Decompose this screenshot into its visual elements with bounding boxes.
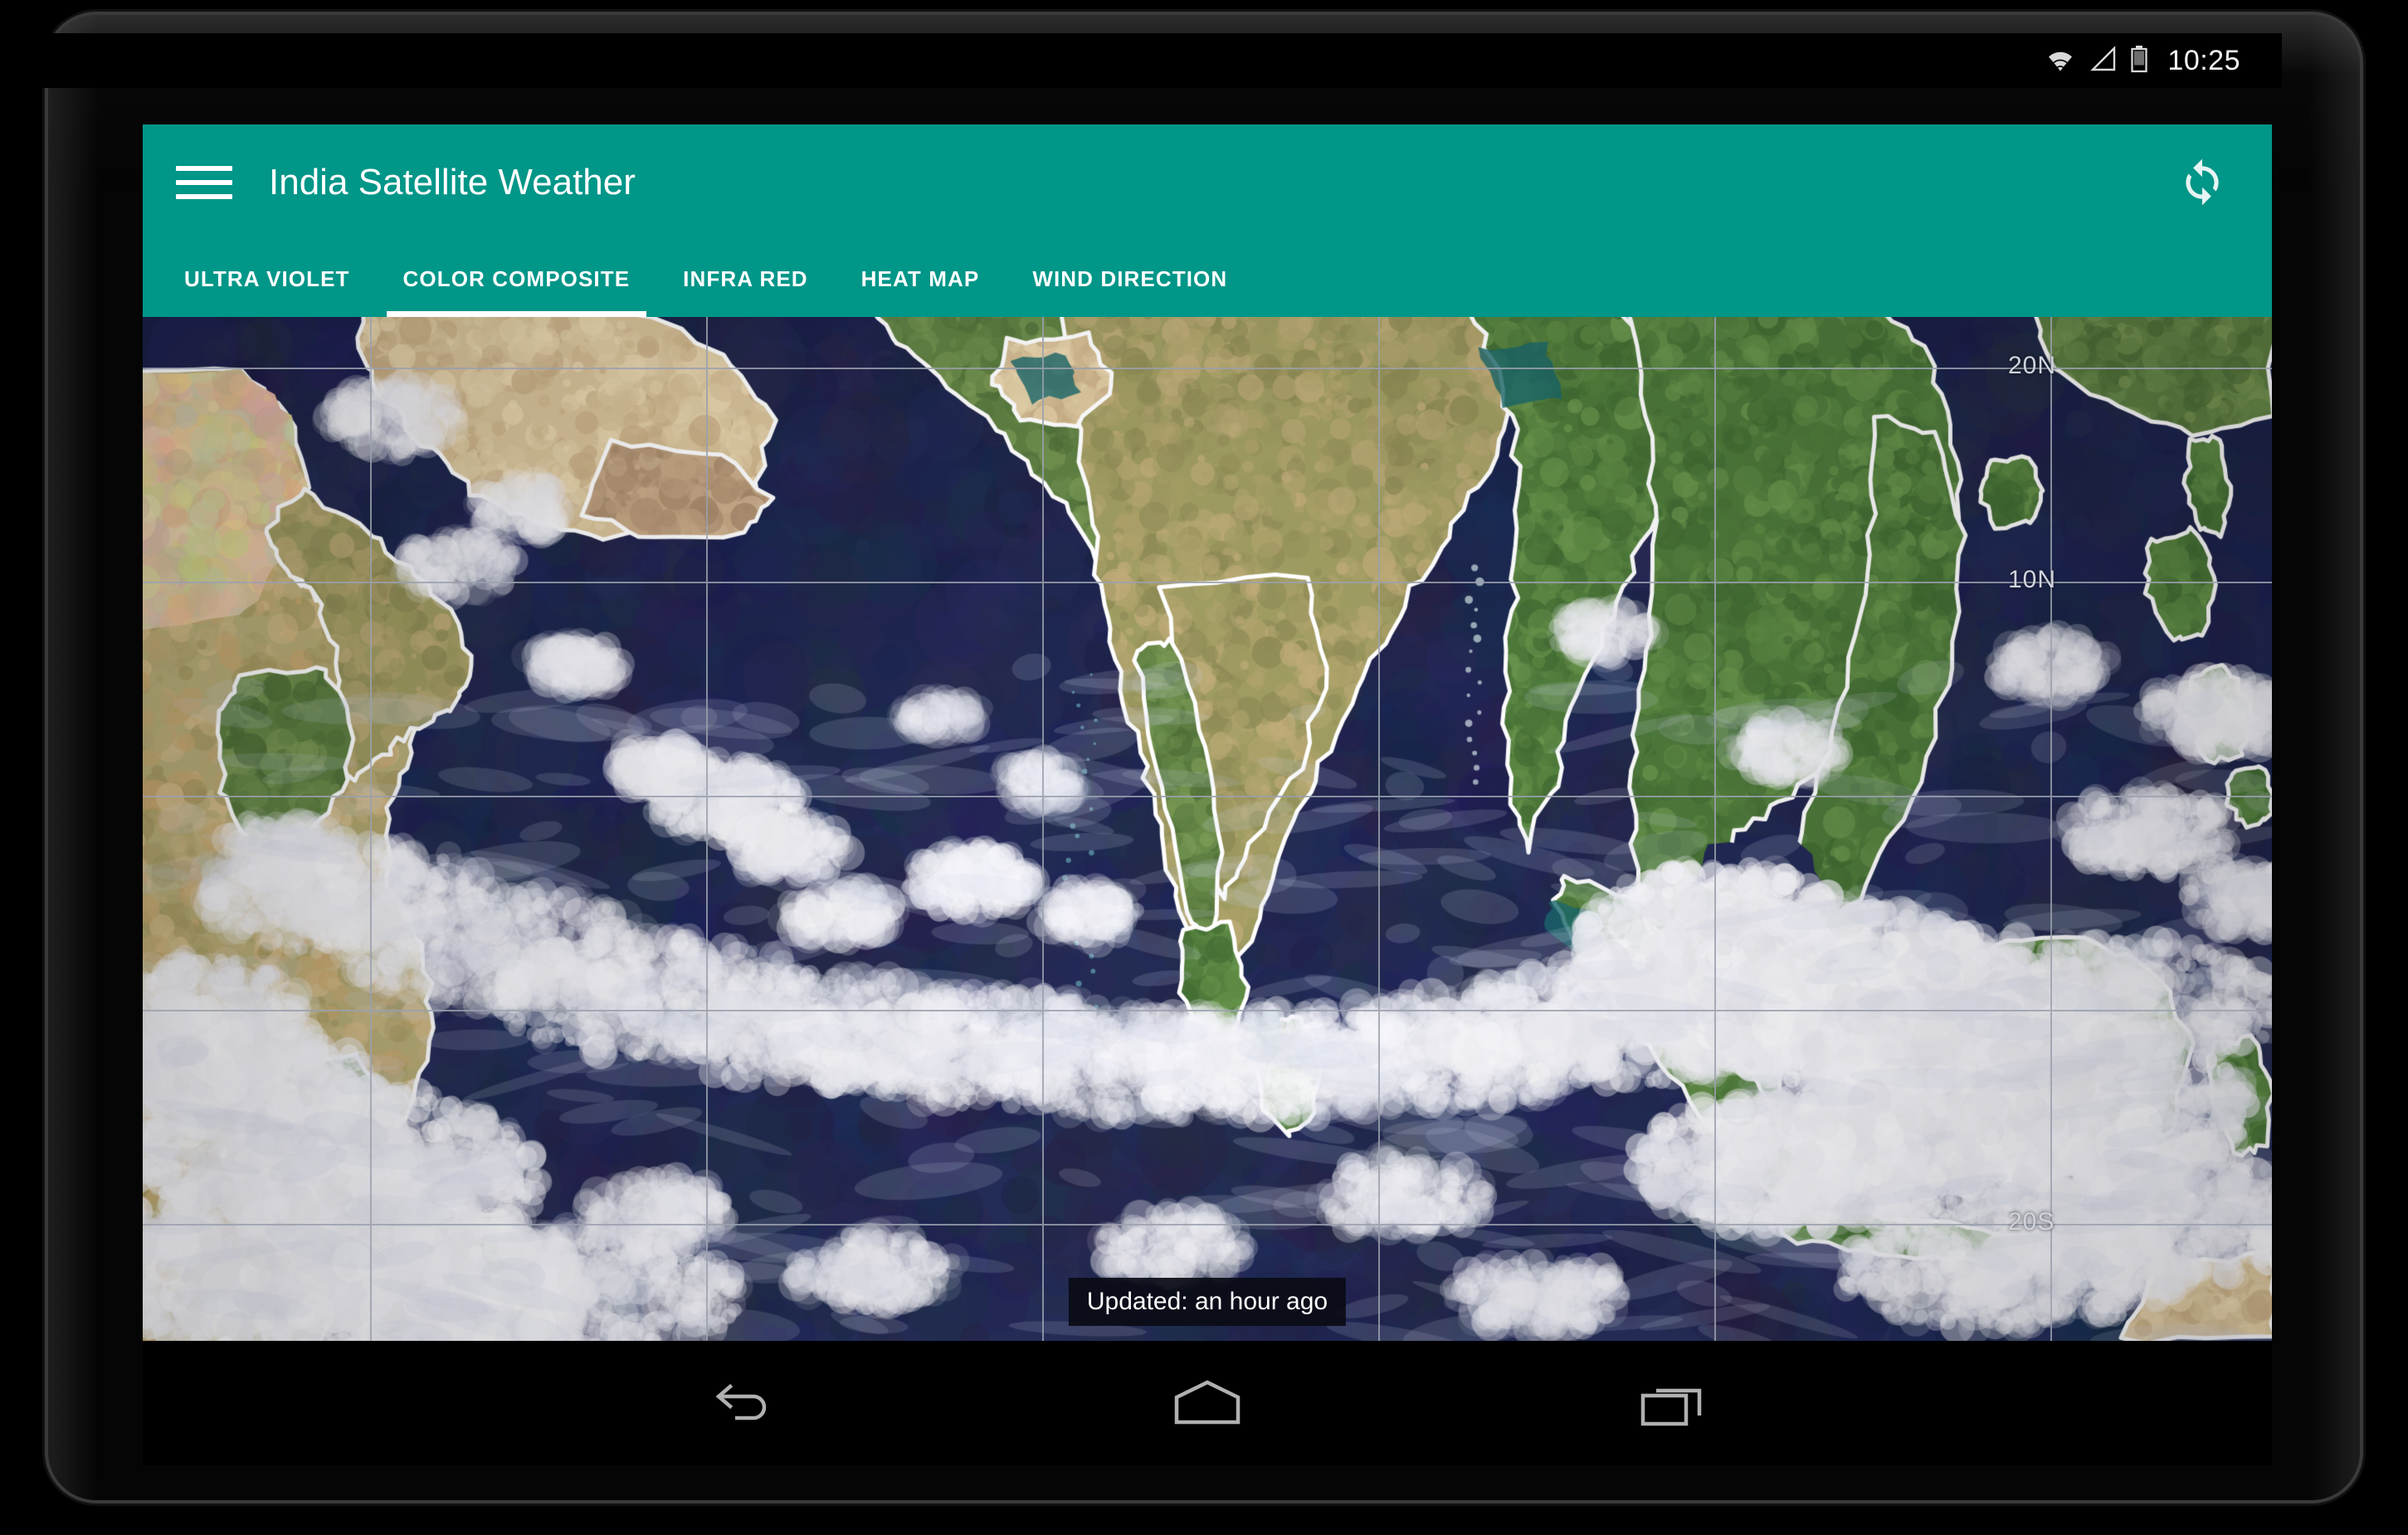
satellite-map-view[interactable]: 20N 10N 20S Updated: an hour ago bbox=[143, 317, 2272, 1341]
update-toast: Updated: an hour ago bbox=[1068, 1277, 1347, 1326]
menu-line-2 bbox=[176, 180, 232, 185]
tab-bar[interactable]: ULTRA VIOLET COLOR COMPOSITE INFRA RED H… bbox=[143, 241, 2272, 317]
battery-icon bbox=[2129, 45, 2149, 77]
tab-ultra-violet[interactable]: ULTRA VIOLET bbox=[158, 241, 377, 317]
hamburger-menu-icon[interactable] bbox=[176, 154, 232, 211]
cellular-signal-icon bbox=[2089, 45, 2118, 76]
app-bar: India Satellite Weather bbox=[143, 124, 2272, 241]
tab-wind-direction[interactable]: WIND DIRECTION bbox=[1006, 241, 1254, 317]
home-pentagon-icon[interactable] bbox=[1153, 1362, 1261, 1445]
refresh-sync-icon[interactable] bbox=[2171, 151, 2234, 214]
satellite-map-image bbox=[143, 317, 2272, 1341]
menu-line-1 bbox=[176, 166, 232, 171]
wifi-icon bbox=[2043, 46, 2078, 76]
recents-square-icon[interactable] bbox=[1618, 1362, 1726, 1445]
status-bar-clock: 10:25 bbox=[2167, 45, 2240, 76]
app-title: India Satellite Weather bbox=[269, 162, 636, 202]
menu-line-3 bbox=[176, 194, 232, 199]
status-bar: 10:25 bbox=[30, 33, 2282, 88]
tab-color-composite[interactable]: COLOR COMPOSITE bbox=[377, 241, 657, 317]
tab-infra-red[interactable]: INFRA RED bbox=[656, 241, 835, 317]
app-window: India Satellite Weather ULTRA VIOLET COL… bbox=[143, 124, 2272, 1341]
android-navigation-bar bbox=[143, 1341, 2272, 1465]
back-arrow-icon[interactable] bbox=[689, 1362, 797, 1445]
tab-heat-map[interactable]: HEAT MAP bbox=[835, 241, 1007, 317]
